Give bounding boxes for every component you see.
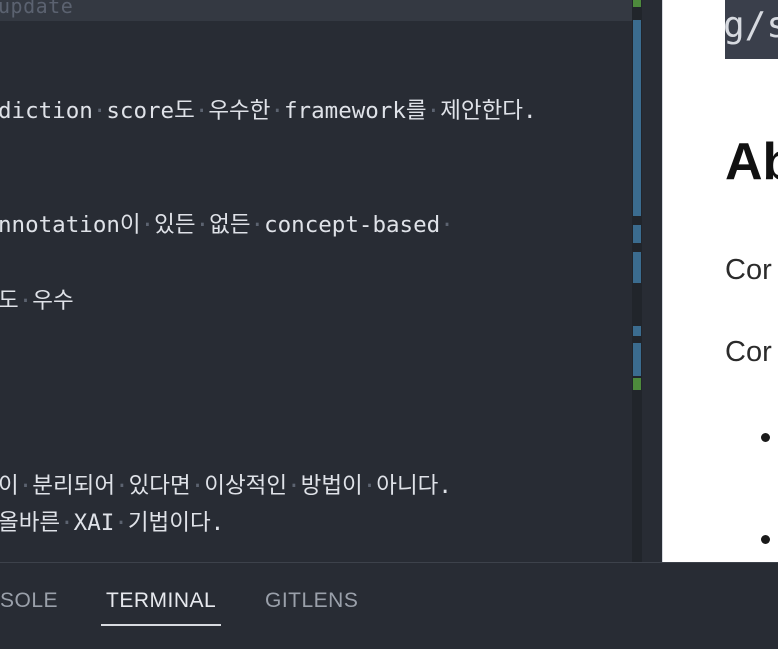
code-line-1[interactable]: diction·score도·우수한·framework를·제안한다. [0,97,537,125]
code-token: nnotation이 [0,212,141,238]
editor-gutter-gap [642,0,662,562]
preview-heading: Ab [725,133,778,191]
whitespace-dot: · [426,98,441,124]
whitespace-dot: · [114,510,128,536]
code-token: score도 [106,98,195,124]
code-token: 없든 [209,212,251,238]
faded-line-text: update [0,0,74,18]
code-token: 아니다. [376,473,452,499]
code-line-3[interactable]: 도·우수 [0,287,74,315]
whitespace-dot: · [60,510,74,536]
code-token: diction [0,98,93,124]
code-token: 우수 [32,288,74,314]
code-token: 기법이다. [127,510,225,536]
scrollbar-mark [633,326,641,336]
code-token: 이상적인 [204,473,288,499]
tab-terminal[interactable]: TERMINAL [106,589,216,613]
scrollbar-mark [633,20,641,216]
preview-bullet-icon [761,433,770,442]
preview-code-text: g/s [725,5,778,46]
scrollbar-mark [633,0,641,7]
preview-bullet-icon [761,535,770,544]
code-token: XAI [73,510,115,536]
preview-paragraph: Cor [725,254,772,286]
active-tab-indicator [101,624,221,626]
code-token: 올바른 [0,510,61,536]
code-token: 제안한다. [440,98,537,124]
code-token: 도 [0,288,19,314]
code-token: 있다면 [128,473,191,499]
whitespace-dot: · [92,98,107,124]
code-token: framework를 [284,98,427,124]
code-editor[interactable]: update diction·score도·우수한·framework를·제안한… [0,0,632,562]
whitespace-dot: · [195,212,210,238]
whitespace-dot: · [194,98,209,124]
scrollbar-mark [633,343,641,376]
whitespace-dot: · [18,473,33,499]
code-token: 우수한 [208,98,271,124]
markdown-preview[interactable]: g/s Ab Cor Cor [662,0,778,562]
bottom-panel: SOLE TERMINAL GITLENS [0,562,778,649]
whitespace-dot: · [270,98,285,124]
editor-sticky-header: update [0,0,632,21]
code-token: 분리되어 [32,473,116,499]
whitespace-dot: · [140,212,155,238]
code-line-5[interactable]: 올바른·XAI·기법이다. [0,509,224,537]
code-token: 있든 [154,212,196,238]
code-line-2[interactable]: nnotation이·있든·없든·concept-based· [0,211,454,239]
whitespace-dot: · [287,473,301,499]
tab-gitlens[interactable]: GITLENS [265,589,358,613]
code-token: 이 [0,473,19,499]
whitespace-dot: · [190,473,205,499]
whitespace-dot: · [250,212,265,238]
code-token: 방법이 [300,473,363,499]
scrollbar-mark [633,378,641,390]
whitespace-dot: · [115,473,129,499]
whitespace-dot: · [18,288,33,314]
whitespace-dot: · [362,473,377,499]
scrollbar-mark [633,225,641,243]
whitespace-dot: · [440,212,454,238]
tab-console[interactable]: SOLE [0,589,58,613]
preview-code-block: g/s [725,0,778,59]
scrollbar-mark [633,252,641,283]
preview-paragraph: Cor [725,336,772,368]
code-token: concept-based [264,212,441,238]
editor-scrollbar[interactable] [632,0,642,562]
code-line-4[interactable]: 이·분리되어·있다면·이상적인·방법이·아니다. [0,472,452,500]
